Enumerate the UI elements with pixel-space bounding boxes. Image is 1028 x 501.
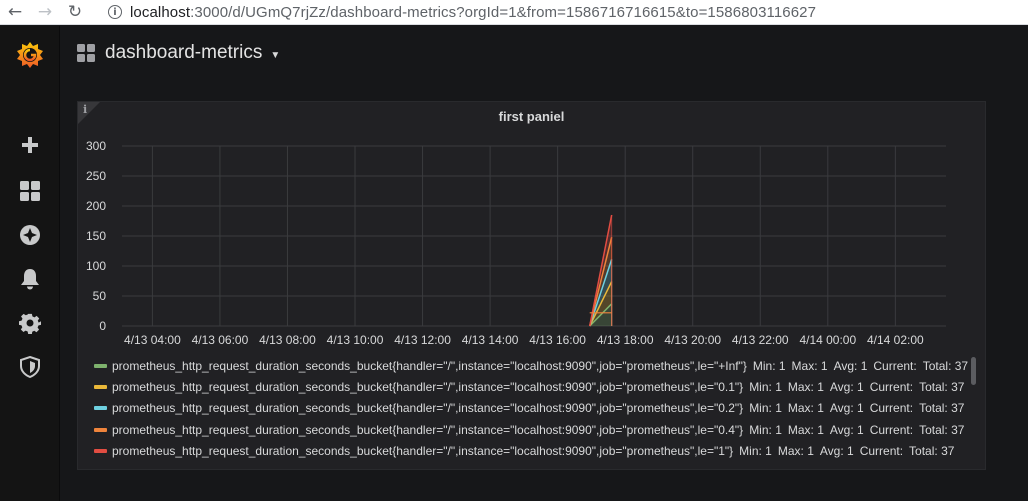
legend-stat-current: Current: — [869, 379, 914, 394]
legend-stat-avg: Avg: 1 — [829, 422, 864, 437]
x-tick-label: 4/13 14:00 — [462, 333, 519, 347]
legend-stat-current: Current: — [873, 358, 917, 373]
legend-stat-total: Total: 37 — [922, 358, 969, 373]
x-tick-label: 4/14 00:00 — [799, 333, 856, 347]
dashboards-grid-icon[interactable] — [18, 179, 42, 203]
x-tick-label: 4/14 02:00 — [867, 333, 924, 347]
legend-swatch[interactable] — [94, 384, 107, 389]
url-path: :3000/d/UGmQ7rjZz/dashboard-metrics?orgI… — [190, 3, 817, 21]
dashboard-grid-icon — [77, 44, 95, 62]
legend-stat-current: Current: — [859, 443, 904, 458]
forward-arrow-icon[interactable]: → — [30, 0, 60, 25]
y-tick-label: 150 — [86, 229, 106, 243]
x-tick-label: 4/13 08:00 — [259, 333, 316, 347]
y-tick-label: 50 — [93, 289, 107, 303]
reload-icon[interactable]: ↻ — [60, 0, 90, 25]
legend-stat-max: Max: 1 — [787, 422, 824, 437]
y-tick-label: 250 — [86, 169, 106, 183]
graph-chart: 0 50 100 150 200 250 300 4/13 04:00 4/13 06:00 4/… — [86, 139, 946, 347]
y-tick-label: 100 — [86, 259, 106, 273]
x-tick-label: 4/13 22:00 — [732, 333, 789, 347]
x-tick-label: 4/13 16:00 — [529, 333, 586, 347]
legend-series-name[interactable]: prometheus_http_request_duration_seconds… — [112, 401, 743, 415]
legend-swatch[interactable] — [94, 448, 107, 453]
legend-series-name[interactable]: prometheus_http_request_duration_seconds… — [112, 380, 743, 394]
legend-stat-avg: Avg: 1 — [829, 379, 864, 394]
legend-stat-min: Min: 1 — [752, 358, 786, 373]
x-tick-label: 4/13 10:00 — [327, 333, 384, 347]
legend-swatch[interactable] — [94, 427, 107, 432]
legend-series-name[interactable]: prometheus_http_request_duration_seconds… — [112, 444, 733, 458]
legend-item[interactable]: prometheus_http_request_duration_seconds… — [94, 376, 969, 397]
url-text: localhost:3000/d/UGmQ7rjZz/dashboard-met… — [130, 4, 816, 21]
url-host: localhost — [130, 3, 191, 21]
plus-icon[interactable] — [18, 133, 42, 157]
graph-legend: prometheus_http_request_duration_seconds… — [94, 355, 969, 465]
main-area: dashboard-metrics ▼ i first paniel 0 50 10… — [61, 26, 1028, 501]
dashboard-title[interactable]: dashboard-metrics — [105, 42, 262, 64]
configuration-gear-icon[interactable] — [18, 311, 42, 335]
legend-stat-max: Max: 1 — [787, 379, 824, 394]
legend-stat-total: Total: 37 — [919, 401, 965, 416]
x-tick-label: 4/13 20:00 — [664, 333, 721, 347]
x-tick-label: 4/13 12:00 — [394, 333, 451, 347]
legend-scrollbar[interactable] — [971, 357, 976, 385]
legend-stat-max: Max: 1 — [791, 358, 828, 373]
legend-stat-max: Max: 1 — [787, 401, 824, 416]
x-tick-label: 4/13 18:00 — [597, 333, 654, 347]
legend-stat-min: Min: 1 — [749, 401, 782, 416]
dashboard-picker[interactable]: dashboard-metrics ▼ — [77, 42, 280, 64]
legend-item[interactable]: prometheus_http_request_duration_seconds… — [94, 398, 969, 419]
graph-panel: i first paniel 0 50 100 150 200 250 300 4/13 04… — [77, 101, 986, 470]
legend-stat-total: Total: 37 — [919, 379, 965, 394]
grafana-logo-icon[interactable] — [15, 40, 45, 70]
y-tick-label: 0 — [99, 319, 106, 333]
caret-down-icon[interactable]: ▼ — [270, 50, 280, 61]
server-admin-shield-icon[interactable] — [18, 355, 42, 379]
explore-compass-icon[interactable] — [18, 223, 42, 247]
legend-item[interactable]: prometheus_http_request_duration_seconds… — [94, 440, 969, 461]
legend-item[interactable]: prometheus_http_request_duration_seconds… — [94, 355, 969, 376]
site-info-icon[interactable]: i — [108, 5, 122, 19]
legend-stat-min: Min: 1 — [749, 379, 782, 394]
x-tick-label: 4/13 06:00 — [192, 333, 249, 347]
legend-item[interactable]: prometheus_http_request_duration_seconds… — [94, 419, 969, 440]
address-bar[interactable]: i localhost:3000/d/UGmQ7rjZz/dashboard-m… — [90, 0, 816, 25]
legend-stat-avg: Avg: 1 — [829, 401, 864, 416]
legend-swatch[interactable] — [94, 406, 107, 411]
legend-stat-current: Current: — [869, 401, 914, 416]
legend-stat-min: Min: 1 — [749, 422, 782, 437]
x-tick-label: 4/13 04:00 — [124, 333, 181, 347]
legend-series-name[interactable]: prometheus_http_request_duration_seconds… — [112, 359, 747, 373]
sidebar — [0, 26, 60, 501]
browser-toolbar: ← → ↻ i localhost:3000/d/UGmQ7rjZz/dashb… — [0, 0, 1028, 25]
y-tick-label: 300 — [86, 139, 106, 153]
legend-stat-avg: Avg: 1 — [833, 358, 868, 373]
legend-stat-max: Max: 1 — [777, 443, 814, 458]
alerting-bell-icon[interactable] — [18, 267, 42, 291]
legend-swatch[interactable] — [94, 363, 107, 368]
back-arrow-icon[interactable]: ← — [0, 0, 30, 25]
y-tick-label: 200 — [86, 199, 106, 213]
legend-stat-min: Min: 1 — [739, 443, 772, 458]
legend-stat-avg: Avg: 1 — [819, 443, 854, 458]
legend-stat-total: Total: 37 — [919, 422, 965, 437]
legend-stat-current: Current: — [869, 422, 914, 437]
legend-series-name[interactable]: prometheus_http_request_duration_seconds… — [112, 423, 743, 437]
legend-stat-total: Total: 37 — [909, 443, 955, 458]
